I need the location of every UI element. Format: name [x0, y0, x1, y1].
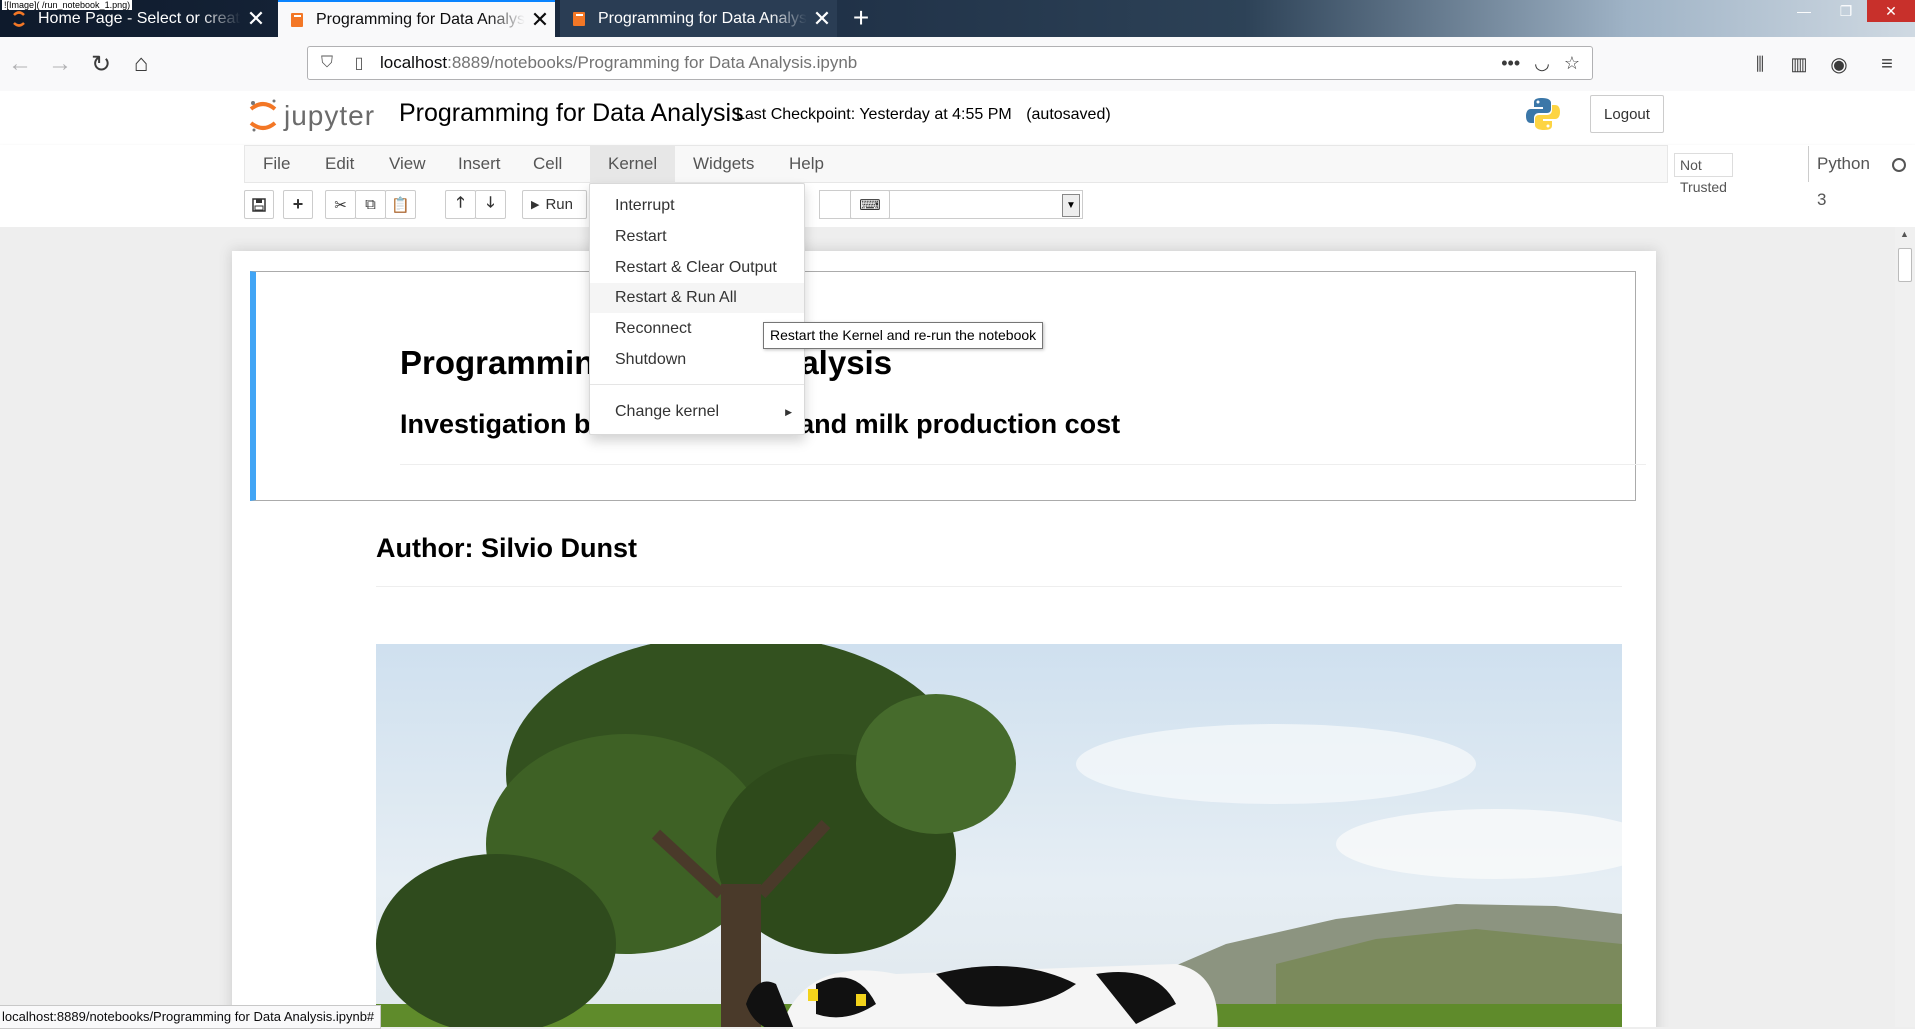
author-heading: Author: Silvio Dunst	[376, 533, 637, 563]
paste-icon: 📋	[391, 196, 410, 214]
sidebar-icon[interactable]: ▥	[1783, 48, 1815, 80]
notebook-title[interactable]: Programming for Data Analysis	[399, 99, 744, 128]
window-controls: — ❐ ✕	[1783, 0, 1915, 22]
notebook-favicon-icon	[291, 12, 303, 27]
maximize-icon[interactable]: ❐	[1825, 0, 1867, 22]
url-bar[interactable]: ⛉ ▯ localhost:8889/notebooks/Programming…	[307, 46, 1593, 80]
insert-cell-button[interactable]: +	[283, 190, 313, 219]
menu-item-shutdown[interactable]: Shutdown	[590, 345, 804, 375]
jupyter-logo-icon	[249, 99, 277, 132]
jupyter-menubar: File Edit View Insert Cell Kernel Widget…	[244, 145, 1906, 209]
menu-item-restart[interactable]: Restart	[590, 222, 804, 252]
cow-photo-image	[376, 644, 1622, 1027]
browser-status-url: localhost:8889/notebooks/Programming for…	[0, 1005, 382, 1029]
menu-help[interactable]: Help	[771, 146, 842, 182]
caption-text: ![Image]( /run_notebook_1.png)	[2, 0, 133, 10]
jupyter-logo-text: jupyter	[284, 100, 376, 131]
kernel-idle-indicator-icon	[1892, 158, 1906, 172]
scroll-up-icon[interactable]: ▲	[1900, 229, 1909, 239]
shield-icon[interactable]: ⛉	[314, 54, 340, 72]
jupyter-favicon-icon	[13, 10, 25, 27]
menu-insert[interactable]: Insert	[440, 146, 519, 182]
url-path: :8889/notebooks/Programming for Data Ana…	[447, 53, 858, 72]
paste-button[interactable]: 📋	[385, 190, 416, 219]
close-tab-icon[interactable]: ✕	[525, 7, 555, 33]
page-info-icon[interactable]: ▯	[346, 53, 372, 73]
menu-kernel[interactable]: Kernel	[590, 146, 676, 182]
cut-button[interactable]: ✂	[325, 190, 356, 219]
menu-file[interactable]: File	[245, 146, 308, 182]
tab-title: Home Page - Select or create a notebook	[38, 9, 241, 27]
trust-status-button[interactable]: Not Trusted	[1674, 153, 1733, 195]
run-button[interactable]: ▶︎ Run	[522, 190, 587, 219]
menu-edit[interactable]: Edit	[307, 146, 372, 182]
browser-navbar: ← → ↻ ⌂ ⛉ ▯ localhost:8889/notebooks/Pro…	[0, 37, 1915, 92]
new-tab-icon[interactable]: +	[845, 2, 877, 34]
markdown-cell-selected[interactable]: Programming for Data Analysis Investigat…	[250, 271, 1646, 501]
more-actions-icon[interactable]: •••	[1501, 53, 1520, 74]
tab-title: Programming for Data Analysis	[316, 10, 525, 28]
browser-tab-strip: Home Page - Select or create a notebook …	[0, 0, 1915, 37]
menu-tooltip: Restart the Kernel and re-run the notebo…	[763, 322, 1044, 349]
divider	[400, 464, 1646, 465]
menu-cell[interactable]: Cell	[515, 146, 580, 182]
chevron-down-icon: ▼	[1062, 194, 1080, 217]
submenu-arrow-icon: ▶	[785, 407, 792, 417]
save-icon	[252, 197, 266, 212]
copy-icon: ⧉	[365, 196, 376, 213]
divider	[376, 586, 1622, 587]
command-palette-button[interactable]: ⌨	[850, 190, 890, 219]
autosave-text: (autosaved)	[1026, 106, 1111, 123]
window-close-icon[interactable]: ✕	[1867, 0, 1915, 22]
tab-title: Programming for Data Analysis	[598, 9, 807, 27]
arrow-down-icon: 🡓	[486, 194, 495, 211]
checkpoint-status: Last Checkpoint: Yesterday at 4:55 PM (a…	[736, 106, 1111, 124]
logout-button[interactable]: Logout	[1590, 95, 1664, 133]
copy-button[interactable]: ⧉	[355, 190, 386, 219]
menu-item-restart-clear-output[interactable]: Restart & Clear Output	[590, 253, 804, 283]
menu-view[interactable]: View	[371, 146, 444, 182]
jupyter-menubar-container: File Edit View Insert Cell Kernel Widget…	[0, 145, 1915, 227]
url-host: localhost	[380, 53, 448, 72]
keyboard-icon: ⌨	[859, 196, 881, 214]
hamburger-menu-icon[interactable]: ≡	[1871, 48, 1903, 80]
run-icon: ▶︎	[531, 199, 540, 211]
reload-icon[interactable]: ↻	[85, 48, 117, 80]
plus-icon: +	[292, 194, 304, 214]
kernel-dropdown-menu: Interrupt Restart Restart & Clear Output…	[589, 183, 805, 435]
jupyter-logo[interactable]: jupyter	[248, 97, 375, 135]
cut-icon: ✂	[334, 196, 347, 214]
menu-widgets[interactable]: Widgets	[675, 146, 772, 182]
save-button[interactable]	[244, 190, 274, 219]
home-icon[interactable]: ⌂	[125, 48, 157, 80]
forward-icon[interactable]: →	[44, 48, 76, 80]
jupyter-header: jupyter Programming for Data Analysis La…	[0, 91, 1915, 145]
arrow-up-icon: 🡑	[456, 194, 465, 211]
pocket-icon[interactable]: ◡	[1534, 53, 1550, 74]
kernel-name: Python 3	[1808, 146, 1870, 209]
scrollbar-thumb[interactable]	[1898, 248, 1912, 282]
move-down-button[interactable]: 🡓	[475, 190, 506, 219]
notebook-favicon-icon	[573, 11, 585, 26]
menu-item-restart-run-all[interactable]: Restart & Run All	[590, 283, 804, 313]
close-tab-icon[interactable]: ✕	[241, 6, 271, 32]
menu-divider	[590, 384, 804, 385]
python-logo-icon	[1526, 98, 1560, 130]
checkpoint-text: Last Checkpoint: Yesterday at 4:55 PM	[736, 106, 1012, 123]
tab-programming[interactable]: Programming for Data Analysis ✕	[560, 0, 837, 37]
change-kernel-label: Change kernel	[615, 403, 720, 420]
move-up-button[interactable]: 🡑	[445, 190, 476, 219]
minimize-icon[interactable]: —	[1783, 0, 1825, 22]
run-label: Run	[545, 196, 573, 213]
page-scrollbar[interactable]: ▲	[1895, 227, 1915, 1027]
library-icon[interactable]: ⫼	[1744, 48, 1776, 80]
menu-item-interrupt[interactable]: Interrupt	[590, 191, 804, 221]
account-icon[interactable]: ◉	[1823, 48, 1855, 80]
bookmark-star-icon[interactable]: ☆	[1564, 53, 1580, 74]
back-icon[interactable]: ←	[4, 48, 36, 80]
menu-item-change-kernel[interactable]: Change kernel ▶	[590, 397, 804, 427]
close-tab-icon[interactable]: ✕	[807, 6, 837, 32]
tab-programming-active[interactable]: Programming for Data Analysis ✕	[278, 0, 555, 37]
notebook-container: Programming for Data Analysis Investigat…	[232, 251, 1656, 1027]
